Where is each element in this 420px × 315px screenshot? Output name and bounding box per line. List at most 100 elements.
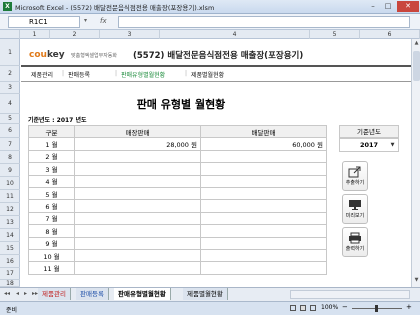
- month-cell[interactable]: 3 월: [28, 162, 75, 176]
- month-cell[interactable]: 2 월: [28, 149, 75, 164]
- year-select[interactable]: 2017 ▼: [339, 138, 399, 152]
- excel-icon: X: [3, 2, 12, 11]
- row-header[interactable]: 8: [0, 151, 20, 164]
- name-box[interactable]: R1C1: [8, 16, 80, 28]
- row-header[interactable]: 13: [0, 216, 20, 229]
- row-header[interactable]: 15: [0, 242, 20, 255]
- scrollbar-thumb[interactable]: [413, 51, 420, 81]
- normal-view-icon[interactable]: [290, 305, 296, 311]
- tab-prev-icon[interactable]: ◂: [16, 290, 19, 297]
- row-header[interactable]: 9: [0, 164, 20, 177]
- column-header[interactable]: 5: [310, 30, 360, 39]
- delivery-sales-cell[interactable]: [200, 224, 327, 238]
- delivery-sales-cell[interactable]: [200, 186, 327, 201]
- month-cell[interactable]: 11 월: [28, 261, 75, 275]
- store-sales-cell[interactable]: [74, 224, 201, 238]
- delivery-sales-cell[interactable]: [200, 174, 327, 188]
- select-all-corner[interactable]: [0, 30, 20, 39]
- delivery-sales-cell[interactable]: 60,000 원: [200, 137, 327, 151]
- formula-bar: R1C1 ▾ fx: [0, 14, 420, 30]
- horizontal-scrollbar[interactable]: [290, 290, 410, 299]
- month-cell[interactable]: 4 월: [28, 174, 75, 188]
- chevron-down-icon[interactable]: ▾: [84, 17, 87, 24]
- export-button[interactable]: 추출하기: [342, 161, 368, 191]
- chevron-down-icon[interactable]: ▼: [388, 141, 397, 150]
- month-cell[interactable]: 6 월: [28, 199, 75, 213]
- row-header[interactable]: 12: [0, 203, 20, 216]
- nav-sales-register[interactable]: 판매등록: [68, 70, 90, 79]
- vertical-scrollbar[interactable]: ▲ ▼: [411, 39, 420, 287]
- month-cell[interactable]: 9 월: [28, 236, 75, 250]
- delivery-sales-cell[interactable]: [200, 149, 327, 164]
- fx-icon[interactable]: fx: [100, 17, 107, 25]
- row-header[interactable]: 17: [0, 268, 20, 280]
- column-header[interactable]: 3: [100, 30, 160, 39]
- row-header[interactable]: 10: [0, 177, 20, 190]
- delivery-sales-cell[interactable]: [200, 199, 327, 213]
- nav-sales-type-monthly[interactable]: 판매유형별월현황: [121, 70, 165, 79]
- column-header[interactable]: 4: [160, 30, 310, 39]
- nav-product-manage[interactable]: 제품관리: [31, 70, 53, 79]
- tab-first-icon[interactable]: ◂◂: [4, 290, 10, 297]
- nav-product-monthly[interactable]: 제품별월현황: [191, 70, 224, 79]
- row-header[interactable]: 16: [0, 255, 20, 268]
- column-header[interactable]: 2: [50, 30, 100, 39]
- column-header[interactable]: 6: [360, 30, 420, 39]
- formula-input[interactable]: [118, 16, 410, 28]
- row-header[interactable]: 4: [0, 94, 20, 114]
- store-sales-cell[interactable]: [74, 149, 201, 164]
- store-sales-cell[interactable]: [74, 174, 201, 188]
- row-header[interactable]: 3: [0, 82, 20, 94]
- delivery-sales-cell[interactable]: [200, 236, 327, 250]
- row-header[interactable]: 5: [0, 114, 20, 124]
- close-icon[interactable]: ✕: [397, 1, 419, 12]
- tab-product-monthly[interactable]: 제품별월현황: [183, 288, 228, 300]
- delivery-sales-cell[interactable]: [200, 248, 327, 263]
- tab-sales-register[interactable]: 판매등록: [76, 288, 109, 300]
- month-cell[interactable]: 1 월: [28, 137, 75, 151]
- store-sales-cell[interactable]: [74, 236, 201, 250]
- page-layout-icon[interactable]: [300, 305, 306, 311]
- scroll-down-icon[interactable]: ▼: [413, 277, 420, 285]
- row-header[interactable]: 11: [0, 190, 20, 203]
- store-sales-cell[interactable]: [74, 211, 201, 226]
- row-header[interactable]: 2: [0, 66, 20, 82]
- scroll-up-icon[interactable]: ▲: [413, 40, 420, 48]
- store-sales-cell[interactable]: [74, 162, 201, 176]
- title-bar: X Microsoft Excel - (5572) 배달전문음식점전용 매출장…: [0, 0, 420, 14]
- minimize-icon[interactable]: –: [366, 1, 380, 12]
- zoom-in-icon[interactable]: +: [406, 303, 412, 311]
- row-header[interactable]: 1: [0, 39, 20, 66]
- store-sales-cell[interactable]: [74, 261, 201, 275]
- zoom-out-icon[interactable]: −: [342, 303, 348, 311]
- divider: [21, 65, 411, 67]
- store-sales-cell[interactable]: [74, 186, 201, 201]
- store-sales-cell[interactable]: [74, 248, 201, 263]
- column-header[interactable]: 1: [20, 30, 50, 39]
- page-break-icon[interactable]: [310, 305, 316, 311]
- tab-next-icon[interactable]: ▸: [24, 290, 27, 297]
- row-header[interactable]: 7: [0, 138, 20, 151]
- row-header[interactable]: 6: [0, 124, 20, 138]
- month-cell[interactable]: 10 월: [28, 248, 75, 263]
- month-cell[interactable]: 7 월: [28, 211, 75, 226]
- zoom-level[interactable]: 100%: [321, 304, 338, 311]
- table-row: 6 월: [28, 199, 327, 213]
- tab-product-manage[interactable]: 제품관리: [38, 288, 71, 300]
- print-label: 출력하기: [345, 246, 365, 252]
- month-cell[interactable]: 8 월: [28, 224, 75, 238]
- store-sales-cell[interactable]: [74, 199, 201, 213]
- monthly-table: 구분 매장판매 배달판매 1 월 28,000 원 60,000 원 2 월 3 월…: [28, 124, 327, 275]
- zoom-slider-thumb[interactable]: [375, 305, 378, 312]
- tab-sales-type-monthly[interactable]: 판매유형별월현황: [114, 288, 171, 300]
- row-header[interactable]: 14: [0, 229, 20, 242]
- maximize-icon[interactable]: □: [381, 1, 395, 12]
- delivery-sales-cell[interactable]: [200, 162, 327, 176]
- row-header[interactable]: 18: [0, 280, 20, 287]
- print-button[interactable]: 출력하기: [342, 227, 368, 257]
- delivery-sales-cell[interactable]: [200, 211, 327, 226]
- store-sales-cell[interactable]: 28,000 원: [74, 137, 201, 151]
- preview-button[interactable]: 미리보기: [342, 194, 368, 224]
- month-cell[interactable]: 5 월: [28, 186, 75, 201]
- delivery-sales-cell[interactable]: [200, 261, 327, 275]
